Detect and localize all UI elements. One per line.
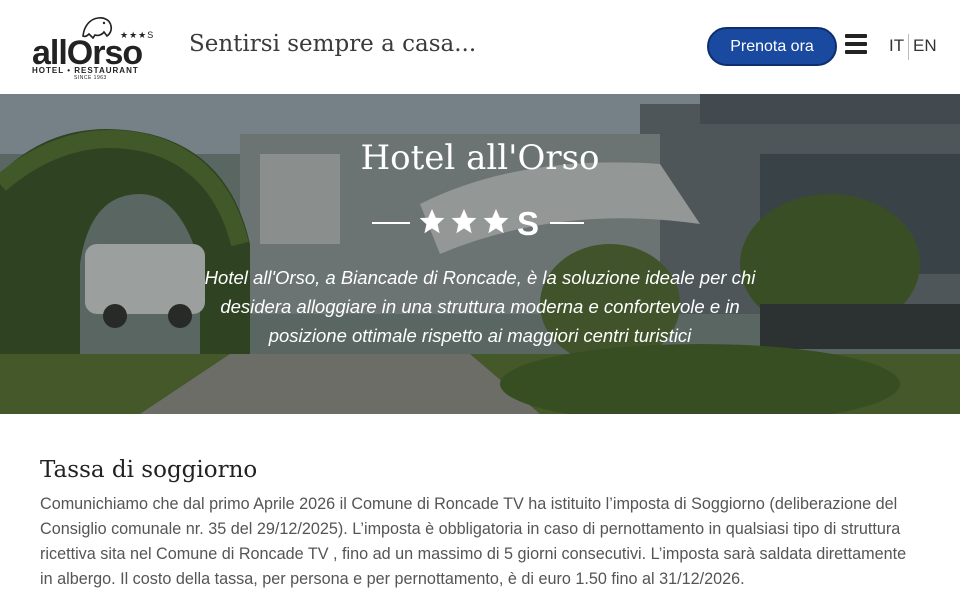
logo-wordmark: allOrso [32,34,143,72]
star-icon [483,209,509,234]
hotel-logo[interactable]: allOrso ★★★S HOTEL • RESTAURANT SINCE 19… [28,12,156,82]
section-title: Tassa di soggiorno [40,457,258,483]
logo-since: SINCE 1963 [74,75,107,81]
star-icon [419,209,445,234]
language-it-link[interactable]: IT [889,36,904,56]
hamburger-menu-icon[interactable] [845,34,869,56]
logo-stars: ★★★S [120,30,155,40]
rating-suffix: S [517,205,539,242]
hero-title: Hotel all'Orso [360,138,600,178]
logo-subtitle: HOTEL • RESTAURANT [32,66,139,75]
hero-banner: Hotel all'Orso S Hotel all'Orso, a Bianc… [0,94,960,414]
book-now-button[interactable]: Prenota ora [707,27,837,66]
header-tagline: Sentirsi sempre a casa... [189,31,477,57]
site-header: allOrso ★★★S HOTEL • RESTAURANT SINCE 19… [0,0,960,94]
section-body: Comunichiamo che dal primo Aprile 2026 i… [40,495,907,588]
star-icon [451,209,477,234]
hero-description: Hotel all'Orso, a Biancade di Roncade, è… [204,267,756,346]
language-separator [908,34,909,60]
hero-rating: S [372,205,584,242]
language-en-link[interactable]: EN [913,36,937,56]
